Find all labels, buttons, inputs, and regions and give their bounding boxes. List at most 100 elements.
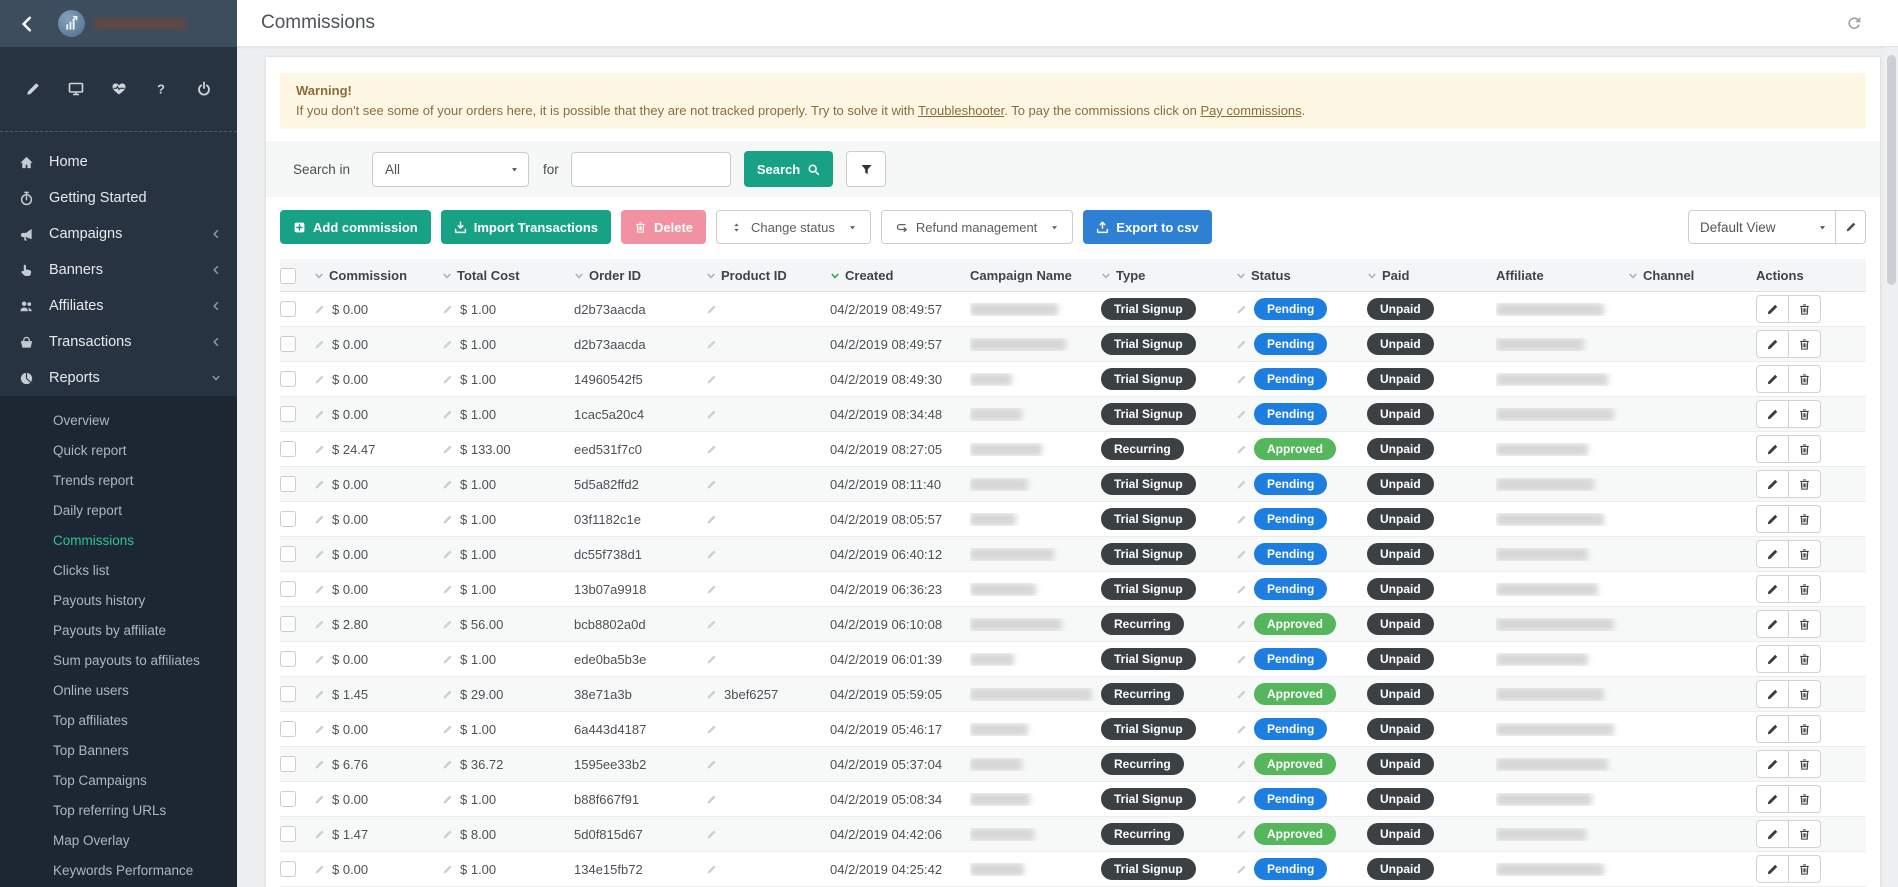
edit-pencil-icon[interactable] xyxy=(314,654,325,665)
edit-pencil-icon[interactable] xyxy=(706,619,717,630)
edit-row-button[interactable] xyxy=(1756,785,1789,813)
edit-row-button[interactable] xyxy=(1756,330,1789,358)
column-header-type[interactable]: Type xyxy=(1101,259,1236,292)
edit-pencil-icon[interactable] xyxy=(442,304,453,315)
sidebar-item-campaigns[interactable]: Campaigns xyxy=(0,216,237,252)
delete-row-button[interactable] xyxy=(1788,610,1821,638)
edit-row-button[interactable] xyxy=(1756,715,1789,743)
edit-pencil-icon[interactable] xyxy=(706,724,717,735)
delete-row-button[interactable] xyxy=(1788,365,1821,393)
edit-pencil-icon[interactable] xyxy=(706,339,717,350)
sidebar-subitem-clicks-list[interactable]: Clicks list xyxy=(0,555,237,585)
edit-pencil-icon[interactable] xyxy=(314,829,325,840)
delete-button[interactable]: Delete xyxy=(621,210,706,244)
edit-pencil-icon[interactable] xyxy=(706,654,717,665)
sort-caret-icon[interactable] xyxy=(706,271,716,281)
row-checkbox[interactable] xyxy=(280,546,296,562)
change-status-dropdown[interactable]: Change status xyxy=(716,210,871,244)
edit-pencil-icon[interactable] xyxy=(442,409,453,420)
edit-pencil-icon[interactable] xyxy=(314,759,325,770)
delete-row-button[interactable] xyxy=(1788,435,1821,463)
edit-pencil-icon[interactable] xyxy=(1236,864,1247,875)
edit-pencil-icon[interactable] xyxy=(706,829,717,840)
edit-pencil-icon[interactable] xyxy=(706,409,717,420)
edit-pencil-icon[interactable] xyxy=(1236,724,1247,735)
row-checkbox[interactable] xyxy=(280,581,296,597)
view-select[interactable]: Default View xyxy=(1689,211,1835,243)
sidebar-subitem-sum-payouts-to-affiliates[interactable]: Sum payouts to affiliates xyxy=(0,645,237,675)
delete-row-button[interactable] xyxy=(1788,855,1821,883)
edit-pencil-icon[interactable] xyxy=(706,374,717,385)
sort-caret-icon[interactable] xyxy=(1628,271,1638,281)
column-header-commission[interactable]: Commission xyxy=(314,259,442,292)
edit-row-button[interactable] xyxy=(1756,470,1789,498)
sidebar-subitem-payouts-history[interactable]: Payouts history xyxy=(0,585,237,615)
column-header-actions[interactable]: Actions xyxy=(1756,259,1866,292)
heartbeat-button[interactable] xyxy=(108,78,130,100)
edit-pencil-icon[interactable] xyxy=(442,654,453,665)
sidebar-item-banners[interactable]: Banners xyxy=(0,252,237,288)
sidebar-subitem-top-campaigns[interactable]: Top Campaigns xyxy=(0,765,237,795)
column-header-campaign-name[interactable]: Campaign Name xyxy=(970,259,1101,292)
row-checkbox[interactable] xyxy=(280,406,296,422)
edit-row-button[interactable] xyxy=(1756,680,1789,708)
sidebar-item-home[interactable]: Home xyxy=(0,144,237,180)
edit-pencil-icon[interactable] xyxy=(442,864,453,875)
edit-pencil-icon[interactable] xyxy=(1236,304,1247,315)
sidebar-subitem-top-banners[interactable]: Top Banners xyxy=(0,735,237,765)
edit-pencil-icon[interactable] xyxy=(442,339,453,350)
edit-pencil-icon[interactable] xyxy=(706,549,717,560)
edit-pencil-icon[interactable] xyxy=(706,864,717,875)
edit-row-button[interactable] xyxy=(1756,575,1789,603)
row-checkbox[interactable] xyxy=(280,511,296,527)
edit-pencil-icon[interactable] xyxy=(442,619,453,630)
row-checkbox[interactable] xyxy=(280,651,296,667)
edit-pencil-icon[interactable] xyxy=(1236,654,1247,665)
brand-logo[interactable] xyxy=(58,10,186,37)
question-button[interactable] xyxy=(150,78,172,100)
row-checkbox[interactable] xyxy=(280,476,296,492)
edit-row-button[interactable] xyxy=(1756,645,1789,673)
edit-pencil-icon[interactable] xyxy=(314,444,325,455)
edit-pencil-icon[interactable] xyxy=(442,549,453,560)
sidebar-subitem-payouts-by-affiliate[interactable]: Payouts by affiliate xyxy=(0,615,237,645)
sidebar-subitem-keywords-performance[interactable]: Keywords Performance xyxy=(0,855,237,885)
edit-pencil-icon[interactable] xyxy=(1236,794,1247,805)
edit-row-button[interactable] xyxy=(1756,820,1789,848)
row-checkbox[interactable] xyxy=(280,826,296,842)
column-header-affiliate[interactable]: Affiliate xyxy=(1496,259,1628,292)
row-checkbox[interactable] xyxy=(280,301,296,317)
column-header-paid[interactable]: Paid xyxy=(1367,259,1496,292)
refund-management-dropdown[interactable]: Refund management xyxy=(881,210,1073,244)
edit-pencil-icon[interactable] xyxy=(1236,444,1247,455)
delete-row-button[interactable] xyxy=(1788,505,1821,533)
row-checkbox[interactable] xyxy=(280,371,296,387)
page-scrollbar[interactable] xyxy=(1885,47,1898,887)
sort-caret-icon[interactable] xyxy=(442,271,452,281)
edit-pencil-icon[interactable] xyxy=(1236,829,1247,840)
delete-row-button[interactable] xyxy=(1788,785,1821,813)
edit-pencil-icon[interactable] xyxy=(314,549,325,560)
sidebar-subitem-top-referring-urls[interactable]: Top referring URLs xyxy=(0,795,237,825)
edit-pencil-icon[interactable] xyxy=(314,374,325,385)
sort-caret-icon[interactable] xyxy=(1101,271,1111,281)
edit-pencil-icon[interactable] xyxy=(314,689,325,700)
edit-row-button[interactable] xyxy=(1756,855,1789,883)
edit-pencil-icon[interactable] xyxy=(314,304,325,315)
edit-pencil-icon[interactable] xyxy=(314,864,325,875)
search-button[interactable]: Search xyxy=(744,151,833,187)
sidebar-item-reports[interactable]: Reports xyxy=(0,360,237,396)
column-header-status[interactable]: Status xyxy=(1236,259,1367,292)
sidebar-subitem-daily-report[interactable]: Daily report xyxy=(0,495,237,525)
edit-row-button[interactable] xyxy=(1756,400,1789,428)
edit-pencil-icon[interactable] xyxy=(442,479,453,490)
power-button[interactable] xyxy=(193,78,215,100)
row-checkbox[interactable] xyxy=(280,686,296,702)
edit-pencil-icon[interactable] xyxy=(1236,619,1247,630)
sort-caret-icon[interactable] xyxy=(574,271,584,281)
edit-pencil-icon[interactable] xyxy=(1236,409,1247,420)
edit-pencil-icon[interactable] xyxy=(706,794,717,805)
edit-pencil-icon[interactable] xyxy=(1236,374,1247,385)
edit-pencil-icon[interactable] xyxy=(1236,759,1247,770)
edit-pencil-icon[interactable] xyxy=(314,724,325,735)
